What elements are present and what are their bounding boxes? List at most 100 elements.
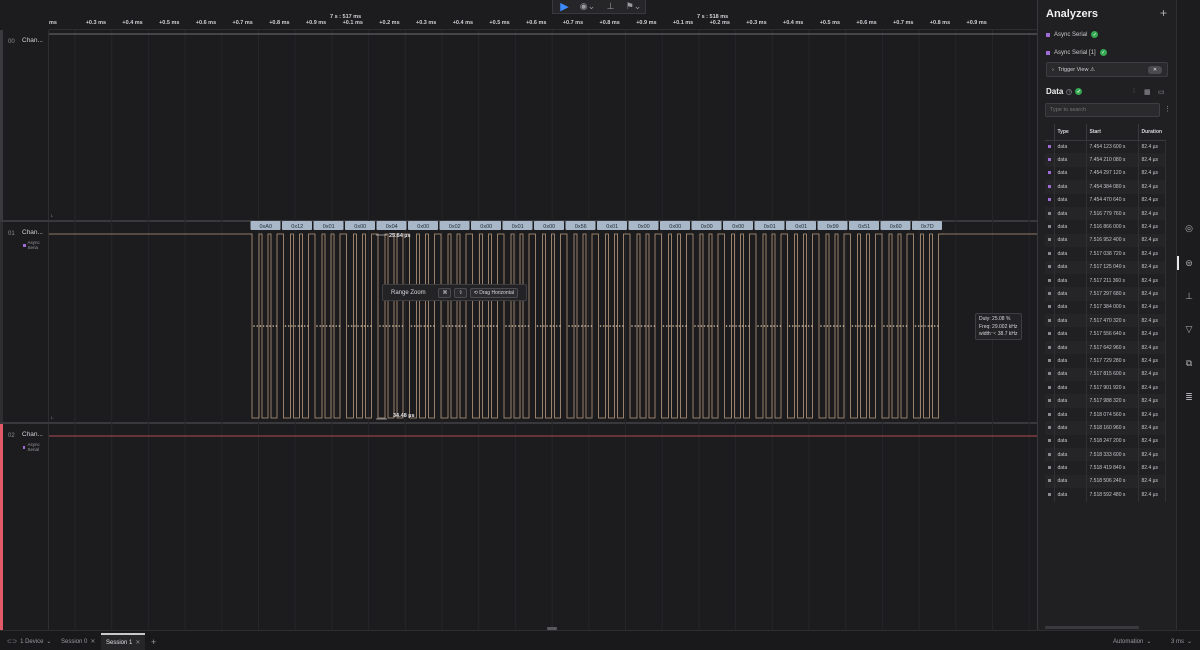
table-row[interactable]: data 7.516 866 000 s 82.4 µs [1045,220,1166,234]
device-icon[interactable]: ◎ [1184,223,1194,233]
tab-session-1[interactable]: Session 1 ✕ [101,633,146,650]
bit-sample-dot [555,325,558,327]
decoded-byte-label: 0x01 [795,224,807,230]
edge-trigger-icon[interactable]: ⊥ [600,0,622,13]
cell-duration: 82.4 µs [1138,340,1166,355]
table-row[interactable]: data 7.454 297 120 s 82.4 µs [1045,166,1166,181]
bit-sample-dot [615,325,618,327]
table-row[interactable]: data 7.517 038 720 s 82.4 µs [1045,247,1166,261]
bit-sample-dot [694,325,696,327]
channel-1-name[interactable]: Chan... [22,229,43,236]
waveform-area[interactable]: L L 0xA0 0x12 0x01 0x00 0x04 0x00 0x02 0x00 0x01 0x… [49,30,1037,630]
row-marker [1045,340,1055,355]
table-row[interactable]: data 7.518 506 240 s 82.4 µs [1045,474,1166,489]
channel-1-analyzer-tag[interactable]: Async Seria [23,240,48,250]
device-selector[interactable]: ⊂⊃ 1 Device ⌄ [2,633,56,650]
table-row[interactable]: data 7.517 297 680 s 82.4 µs [1045,287,1166,301]
cell-start: 7.516 779 760 s [1086,206,1139,221]
table-row[interactable]: data 7.517 815 600 s 82.4 µs [1045,367,1166,382]
channel-2-analyzer-tag[interactable]: Async Serial [23,442,48,452]
flag-icon[interactable]: ⚑⌄ [623,0,645,13]
table-row[interactable]: data 7.517 729 280 s 82.4 µs [1045,354,1166,368]
ruler-tick-label: +0.4 ms [452,20,474,26]
column-header-duration[interactable]: Duration [1138,124,1166,141]
notes-icon[interactable]: ▽ [1184,324,1194,334]
bit-sample-dot [272,325,274,327]
timescale-selector[interactable]: 3 ms ⌄ [1166,633,1197,650]
decoded-byte-label: 0x04 [386,224,398,230]
bit-sample-dot [700,325,703,327]
analyzers-icon[interactable]: ⊜ [1184,258,1194,268]
help-icon[interactable]: ? [1066,88,1073,95]
bit-sample-dot [350,325,353,327]
bit-sample-dot [678,325,681,327]
automation-menu[interactable]: Automation ⌄ [1108,633,1156,650]
close-icon[interactable]: ✕ [90,638,95,645]
analyzer-item[interactable]: Async Serial ✓ [1046,31,1099,38]
bit-sample-dot [892,325,895,327]
column-settings-icon[interactable]: ⫶ [1133,88,1135,96]
table-row[interactable]: data 7.454 123 600 s 82.4 µs [1045,140,1166,154]
ruler-tick-label: +0.5 ms [819,20,841,26]
add-session-button[interactable]: + [146,633,161,650]
ruler-tick-label: +0.2 ms [709,20,730,26]
add-analyzer-button[interactable]: + [1160,6,1167,20]
trigger-view-close-button[interactable]: ✕ [1148,65,1162,74]
table-row[interactable]: data 7.454 384 080 s 82.4 µs [1045,180,1166,194]
table-row[interactable]: data 7.517 988 320 s 82.4 µs [1045,394,1166,408]
bit-sample-dot [851,325,854,327]
table-row[interactable]: data 7.517 384 000 s 82.4 µs [1045,300,1166,315]
table-row[interactable]: data 7.517 211 360 s 82.4 µs [1045,273,1166,288]
trigger-mode-icon[interactable]: ◉⌄ [577,0,599,13]
timeline-ruler[interactable]: ms +0.3 ms +0.4 ms +0.5 ms +0.6 ms +0.7 ms +0.… [49,14,1037,30]
table-row[interactable]: data 7.518 592 480 s 82.4 µs [1045,488,1166,502]
analyzer-item[interactable]: Async Serial [1] ✓ [1046,49,1107,56]
channel-1-header[interactable]: 01 Chan... Async Seria [3,222,49,422]
analyzer-color-square [1047,492,1051,496]
channel-2-header[interactable]: 02 Chan... Async Serial [3,424,49,630]
extensions-icon[interactable]: ⧉ [1184,358,1194,368]
table-row[interactable]: data 7.517 901 920 s 82.4 µs [1045,381,1166,395]
table-row[interactable]: data 7.454 210 080 s 82.4 µs [1045,153,1166,167]
trigger-view-toggle[interactable]: › Trigger View ⚠ ✕ [1046,62,1168,77]
timing-markers-icon[interactable]: ⊥ [1184,291,1194,301]
pulse-width-measurement: 25.84 µs [389,233,411,239]
terminal-view-icon[interactable]: ▭ [1158,88,1165,96]
bit-sample-dot [741,325,744,327]
table-row[interactable]: data 7.517 642 960 s 82.4 µs [1045,340,1166,355]
table-row[interactable]: data 7.518 247 200 s 82.4 µs [1045,434,1166,448]
tab-session-0[interactable]: Session 0 ✕ [56,633,100,650]
column-header-start[interactable]: Start [1086,124,1139,141]
bit-sample-dot [514,325,517,327]
close-icon[interactable]: ✕ [135,639,140,646]
more-options-icon[interactable]: ⋮ [1164,105,1171,113]
table-row[interactable]: data 7.518 160 960 s 82.4 µs [1045,421,1166,435]
column-header-type[interactable]: Type [1054,124,1087,141]
search-input[interactable] [1045,103,1160,117]
settings-list-icon[interactable]: ≣ [1184,392,1194,402]
bit-sample-dot [423,325,426,327]
table-row[interactable]: data 7.517 470 320 s 82.4 µs [1045,314,1166,328]
table-row[interactable]: data 7.517 125 040 s 82.4 µs [1045,260,1166,274]
bit-sample-dot [930,325,933,327]
table-row[interactable]: data 7.518 074 560 s 82.4 µs [1045,407,1166,422]
cell-duration: 82.4 µs [1138,421,1166,435]
bit-sample-dot [640,325,643,327]
bit-sample-dot [927,325,930,327]
channel-0-name[interactable]: Chan... [22,37,43,44]
table-row[interactable]: data 7.454 470 640 s 82.4 µs [1045,193,1166,207]
play-icon[interactable]: ▶ [554,0,576,13]
table-row[interactable]: data 7.516 952 400 s 82.4 µs [1045,233,1166,248]
row-marker [1045,193,1055,207]
table-view-icon[interactable]: ▦ [1144,88,1151,96]
bit-sample-dot [823,325,825,327]
panel-horizontal-scrollbar[interactable] [1045,626,1139,629]
channel-2-name[interactable]: Chan... [22,431,43,438]
channel-0-header[interactable]: 00 Chan... [3,30,49,220]
table-row[interactable]: data 7.518 419 840 s 82.4 µs [1045,461,1166,475]
table-row[interactable]: data 7.517 556 640 s 82.4 µs [1045,327,1166,341]
table-row[interactable]: data 7.518 333 600 s 82.4 µs [1045,447,1166,462]
table-row[interactable]: data 7.516 779 760 s 82.4 µs [1045,206,1166,221]
cell-type: data [1054,314,1087,328]
bit-sample-dot [329,325,331,327]
